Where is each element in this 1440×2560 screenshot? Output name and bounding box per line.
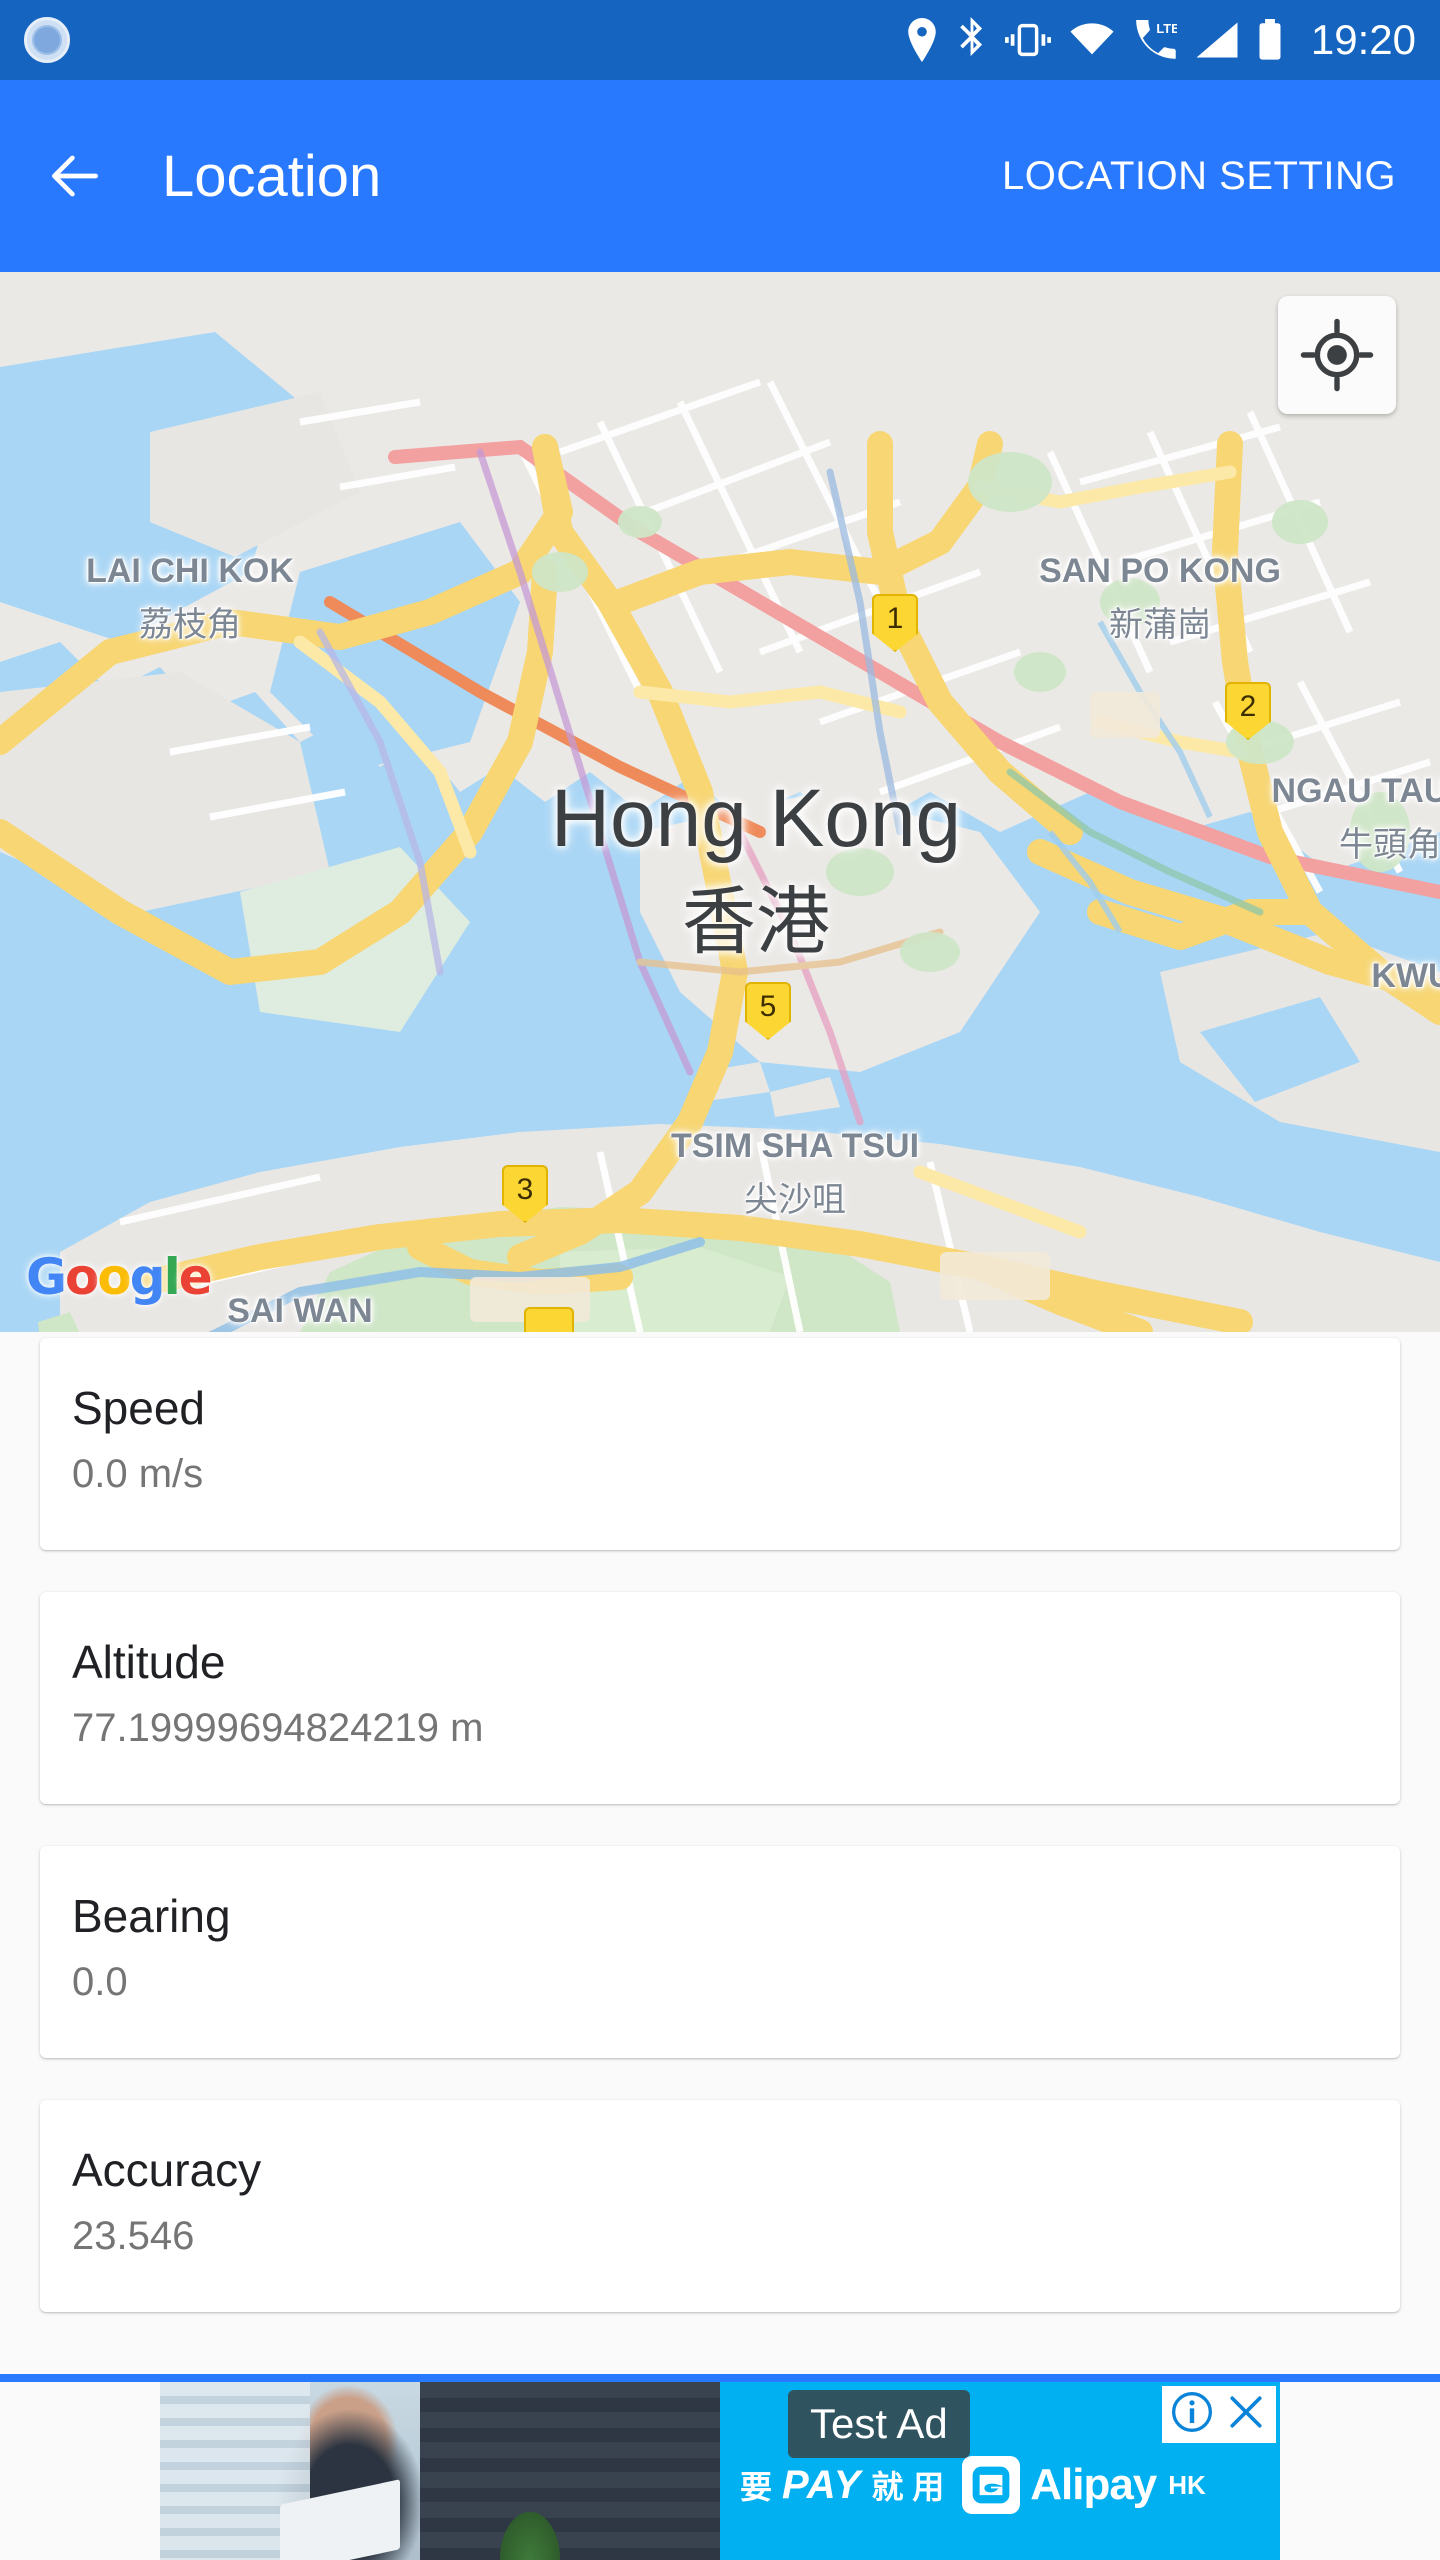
info-card-value: 0.0 [72,1959,128,2004]
location-marker-shield [524,1307,574,1332]
location-info-list: Speed 0.0 m/s Altitude 77.19999694824219… [0,1332,1440,2378]
status-bar-right: LTE 19:20 [905,16,1416,64]
bluetooth-icon [957,17,987,63]
info-card-value: 23.546 [72,2213,195,2258]
ad-controls [1162,2386,1276,2443]
my-location-icon [1300,318,1374,392]
ad-divider [0,2374,1440,2382]
map-canvas [0,272,1440,1332]
info-card-label: Accuracy [72,2144,262,2196]
battery-icon [1257,19,1283,61]
status-bar-left [24,17,70,63]
ad-info-icon[interactable] [1170,2390,1214,2439]
info-card-label: Altitude [72,1636,226,1688]
screen-root: LTE 19:20 Location LOCATION SETTING [0,0,1440,2560]
app-notification-icon [24,17,70,63]
google-letter-g2: g [129,1248,166,1306]
ad-test-label: Test Ad [788,2390,970,2458]
my-location-button[interactable] [1278,296,1396,414]
signal-icon [1195,21,1239,59]
info-card-label: Speed [72,1382,206,1434]
ad-brand-lockup: 要 PAY 就 用 Alipay HK [740,2456,1206,2514]
info-card-value: 0.0 m/s [72,1451,204,1496]
google-letter-g1: G [26,1248,67,1306]
ad-photo-wall [420,2382,720,2560]
ad-brand-name: Alipay [1030,2460,1157,2509]
vibrate-icon [1004,23,1051,57]
info-card-altitude[interactable]: Altitude 77.19999694824219 m [40,1592,1400,1804]
page-title: Location [162,143,382,209]
volte-icon: LTE [1133,20,1177,60]
info-card-accuracy[interactable]: Accuracy 23.546 [40,2100,1400,2312]
google-letter-e: e [178,1248,213,1306]
svg-text:LTE: LTE [1156,21,1177,36]
info-card-bearing[interactable]: Bearing 0.0 [40,1846,1400,2058]
ad-banner[interactable]: 要 PAY 就 用 Alipay HK Test Ad [160,2382,1280,2560]
back-arrow-icon[interactable] [44,145,106,207]
info-card-label: Bearing [72,1890,231,1942]
ad-close-icon[interactable] [1224,2390,1268,2439]
ad-headline-pay: PAY [782,2462,862,2507]
ad-brand-suffix: HK [1168,2469,1206,2500]
google-attribution: Google [26,1248,213,1306]
alipay-logo-icon [962,2456,1021,2514]
info-card-speed[interactable]: Speed 0.0 m/s [40,1338,1400,1550]
status-bar: LTE 19:20 [0,0,1440,80]
location-setting-button[interactable]: LOCATION SETTING [1002,154,1396,199]
ad-area: 要 PAY 就 用 Alipay HK Test Ad [0,2382,1440,2560]
location-icon [905,18,939,62]
app-bar: Location LOCATION SETTING [0,80,1440,272]
google-letter-l: l [163,1248,181,1306]
ad-photo [160,2382,720,2560]
google-letter-o2: o [97,1248,131,1306]
info-card-value: 77.19999694824219 m [72,1705,484,1750]
google-letter-o1: o [65,1248,99,1306]
ad-headline-cn2: 就 用 [871,2469,945,2505]
ad-headline-cn1: 要 [740,2469,773,2505]
status-bar-clock: 19:20 [1310,16,1416,63]
wifi-icon [1069,22,1115,58]
map-view[interactable]: LAI CHI KOK 荔枝角 SAN PO KONG 新蒲崗 NGAU TAU… [0,272,1440,1332]
ad-photo-plant [500,2512,560,2560]
